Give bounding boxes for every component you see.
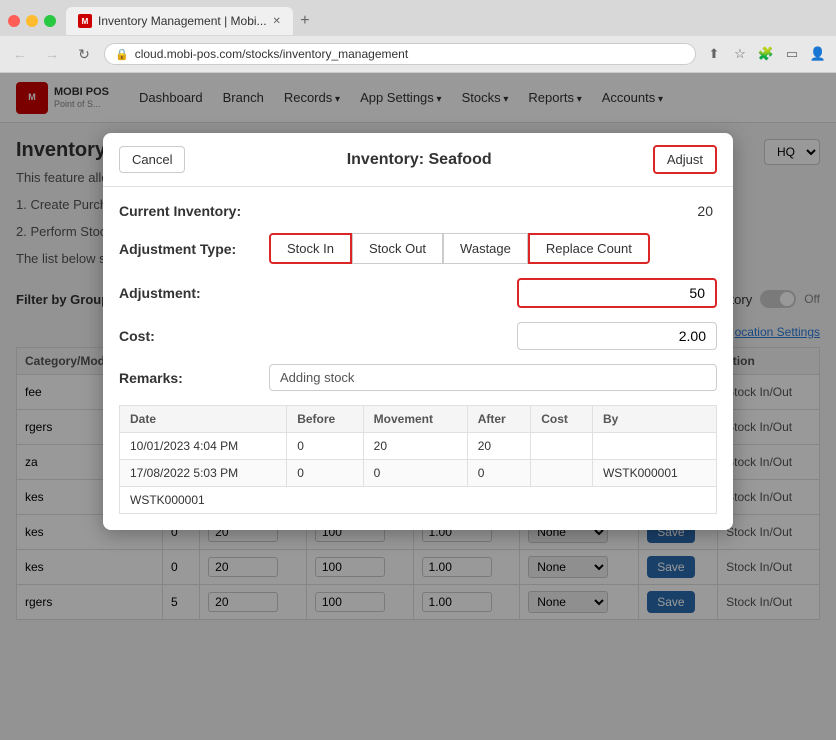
maximize-dot[interactable] <box>44 15 56 27</box>
hist-after: 0 <box>467 460 530 487</box>
history-col-after: After <box>467 406 530 433</box>
cost-row: Cost: <box>119 322 717 350</box>
hist-before: 0 <box>287 460 363 487</box>
adjustment-type-group: Stock In Stock Out Wastage Replace Count <box>269 233 717 264</box>
adjustment-input[interactable] <box>517 278 717 308</box>
url-text: cloud.mobi-pos.com/stocks/inventory_mana… <box>135 47 408 61</box>
history-col-date: Date <box>120 406 287 433</box>
active-tab[interactable]: M Inventory Management | Mobi... ✕ <box>66 7 293 35</box>
share-icon[interactable]: ⬆ <box>704 44 724 64</box>
history-row: 17/08/2022 5:03 PM 0 0 0 WSTK000001 <box>120 460 717 487</box>
inventory-modal: Cancel Inventory: Seafood Adjust Current… <box>103 133 733 530</box>
history-row: 10/01/2023 4:04 PM 0 20 20 <box>120 433 717 460</box>
tab-title: Inventory Management | Mobi... <box>98 14 267 28</box>
history-col-by: By <box>592 406 716 433</box>
history-table: Date Before Movement After Cost By 10/01… <box>119 405 717 514</box>
cancel-button[interactable]: Cancel <box>119 146 185 173</box>
hist-cost <box>531 433 593 460</box>
new-tab-button[interactable]: + <box>293 9 317 33</box>
window-controls <box>8 15 56 27</box>
current-inventory-label: Current Inventory: <box>119 203 269 219</box>
adjustment-type-row: Adjustment Type: Stock In Stock Out Wast… <box>119 233 717 264</box>
hist-by <box>592 433 716 460</box>
close-dot[interactable] <box>8 15 20 27</box>
bookmark-icon[interactable]: ☆ <box>730 44 750 64</box>
hist-movement: 20 <box>363 433 467 460</box>
sidebar-icon[interactable]: ▭ <box>782 44 802 64</box>
hist-before: 0 <box>287 433 363 460</box>
profile-icon[interactable]: 👤 <box>808 44 828 64</box>
adj-type-stock-out[interactable]: Stock Out <box>352 233 443 264</box>
modal-body: Current Inventory: 20 Adjustment Type: S… <box>103 187 733 530</box>
tab-bar: M Inventory Management | Mobi... ✕ + <box>0 0 836 36</box>
tab-close-icon[interactable]: ✕ <box>273 16 281 27</box>
extensions-icon[interactable]: 🧩 <box>756 44 776 64</box>
browser-chrome: M Inventory Management | Mobi... ✕ + ← →… <box>0 0 836 73</box>
minimize-dot[interactable] <box>26 15 38 27</box>
adjustment-label: Adjustment: <box>119 285 269 301</box>
wstk-label: WSTK000001 <box>120 487 717 514</box>
remarks-row: Remarks: <box>119 364 717 391</box>
url-bar[interactable]: 🔒 cloud.mobi-pos.com/stocks/inventory_ma… <box>104 43 696 65</box>
modal-header: Cancel Inventory: Seafood Adjust <box>103 133 733 187</box>
hist-after: 20 <box>467 433 530 460</box>
address-bar: ← → ↻ 🔒 cloud.mobi-pos.com/stocks/invent… <box>0 36 836 72</box>
modal-title: Inventory: Seafood <box>185 151 652 169</box>
cost-label: Cost: <box>119 328 269 344</box>
back-button[interactable]: ← <box>8 42 32 66</box>
app-container: M MOBI POS Point of S... Dashboard Branc… <box>0 73 836 740</box>
history-col-before: Before <box>287 406 363 433</box>
hist-movement: 0 <box>363 460 467 487</box>
current-inventory-row: Current Inventory: 20 <box>119 203 717 219</box>
hist-date: 10/01/2023 4:04 PM <box>120 433 287 460</box>
reload-button[interactable]: ↻ <box>72 42 96 66</box>
adjustment-type-label: Adjustment Type: <box>119 241 269 257</box>
history-wstk-row: WSTK000001 <box>120 487 717 514</box>
hist-date: 17/08/2022 5:03 PM <box>120 460 287 487</box>
cost-input[interactable] <box>517 322 717 350</box>
hist-by: WSTK000001 <box>592 460 716 487</box>
adj-type-stock-in[interactable]: Stock In <box>269 233 352 264</box>
tab-favicon: M <box>78 14 92 28</box>
current-inventory-value: 20 <box>697 203 717 219</box>
adj-type-wastage[interactable]: Wastage <box>443 233 528 264</box>
modal-overlay: Cancel Inventory: Seafood Adjust Current… <box>0 73 836 740</box>
adj-type-replace-count[interactable]: Replace Count <box>528 233 650 264</box>
forward-button[interactable]: → <box>40 42 64 66</box>
remarks-input[interactable] <box>269 364 717 391</box>
remarks-label: Remarks: <box>119 370 269 386</box>
history-col-movement: Movement <box>363 406 467 433</box>
hist-cost <box>531 460 593 487</box>
history-col-cost: Cost <box>531 406 593 433</box>
browser-icons: ⬆ ☆ 🧩 ▭ 👤 <box>704 44 828 64</box>
adjust-button[interactable]: Adjust <box>653 145 717 174</box>
adjustment-row: Adjustment: <box>119 278 717 308</box>
